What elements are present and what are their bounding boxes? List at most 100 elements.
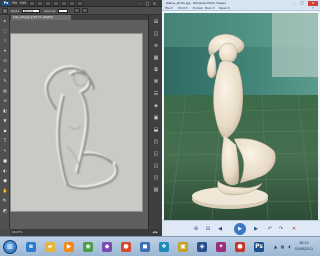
app8-icon: ❖ — [159, 242, 169, 252]
panel-icon[interactable]: ◲ — [152, 162, 160, 170]
tray-arrow-icon[interactable]: ▲ — [273, 244, 278, 249]
network-icon[interactable]: ▦ — [280, 244, 285, 249]
next-icon[interactable]: ▶ — [252, 225, 260, 233]
tool-icon[interactable]: ▼ — [2, 118, 8, 124]
zoom-level-button[interactable] — [53, 1, 59, 6]
tool-icon[interactable]: T — [2, 138, 8, 144]
tool-icon[interactable]: ⌖ — [2, 48, 8, 54]
panel-icon[interactable]: ⌘ — [152, 78, 160, 86]
taskbar-app-media[interactable]: ▶ — [60, 239, 78, 255]
tool-icon[interactable]: ⬢ — [2, 178, 8, 184]
options-toggle-button-2[interactable] — [82, 8, 88, 13]
screen-mode-button[interactable] — [77, 1, 83, 6]
delete-icon[interactable]: ✕ — [290, 225, 298, 233]
mini-bridge-button[interactable] — [37, 1, 43, 6]
options-toggle-button[interactable] — [74, 8, 80, 13]
taskbar-app-photoshop[interactable]: Ps — [250, 239, 268, 255]
panel-icon[interactable]: ◫ — [152, 30, 160, 38]
panel-icon[interactable]: ◰ — [152, 138, 160, 146]
slideshow-play-button[interactable]: ▶ — [234, 223, 246, 235]
tool-icon[interactable]: ▸ — [2, 18, 8, 24]
start-button[interactable]: ⊞ — [3, 240, 17, 254]
options-opacity-label: Opacity: — [44, 9, 57, 13]
taskbar-app-app8[interactable]: ❖ — [155, 239, 173, 255]
rotate-left-icon[interactable]: ↶ — [266, 225, 274, 233]
current-tool-icon[interactable] — [2, 8, 8, 14]
tool-icon[interactable]: ◩ — [2, 208, 8, 214]
app12-icon: ● — [235, 242, 245, 252]
viewer-menu-open[interactable]: Open ▾ — [219, 6, 229, 11]
previous-icon[interactable]: ◀ — [216, 225, 224, 233]
view-extras-button[interactable] — [45, 1, 51, 6]
options-opacity-field[interactable] — [58, 9, 68, 13]
tool-icon[interactable]: ⊡ — [2, 58, 8, 64]
tool-icon[interactable]: ◧ — [2, 108, 8, 114]
photo-viewer-window: statue_photo.jpg - Windows Photo Viewer … — [162, 0, 320, 236]
panel-icon[interactable]: ▧ — [152, 186, 160, 194]
tool-icon[interactable]: ◐ — [2, 168, 8, 174]
menu-file[interactable]: File — [12, 1, 17, 6]
panel-icon[interactable]: ▦ — [152, 54, 160, 62]
help-icon[interactable]: ? — [312, 6, 314, 11]
taskbar-app-app6[interactable]: ● — [117, 239, 135, 255]
tool-icon[interactable]: ⟲ — [2, 98, 8, 104]
actual-size-icon[interactable]: ⊟ — [204, 225, 212, 233]
statue-photo[interactable] — [164, 13, 318, 220]
tool-icon[interactable]: ■ — [2, 158, 8, 164]
clock-time[interactable]: 08:25 — [293, 241, 315, 245]
photoshop-logo[interactable]: Ps — [2, 1, 10, 6]
taskbar-app-app11[interactable]: ✦ — [212, 239, 230, 255]
tool-icon[interactable]: ◆ — [2, 128, 8, 134]
bridge-button[interactable] — [29, 1, 35, 6]
minimize-icon[interactable]: – — [138, 1, 143, 6]
panel-icon[interactable]: ⊞ — [152, 18, 160, 26]
taskbar-app-app7[interactable]: ◼ — [136, 239, 154, 255]
taskbar-app-ie[interactable]: e — [22, 239, 40, 255]
taskbar-app-app9[interactable]: ▣ — [174, 239, 192, 255]
panel-icon[interactable]: ≡ — [152, 42, 160, 50]
embossed-statue-image — [11, 34, 142, 211]
clock-date[interactable]: 02/08/2012 — [293, 247, 315, 251]
tool-icon[interactable]: ⊘ — [2, 68, 8, 74]
ie-icon: e — [26, 242, 36, 252]
options-mode-select[interactable]: Normal — [22, 9, 40, 13]
panel-icon[interactable]: ◱ — [152, 150, 160, 158]
rotate-right-icon[interactable]: ↷ — [277, 225, 285, 233]
volume-icon[interactable]: ◖ — [287, 244, 292, 249]
viewer-menu-print[interactable]: Print ▾ — [178, 6, 187, 11]
taskbar-app-app4[interactable]: ◉ — [79, 239, 97, 255]
options-mode-label: Mode: — [11, 9, 21, 13]
panel-icon[interactable]: ☰ — [152, 90, 160, 98]
taskbar-app-app5[interactable]: ◆ — [98, 239, 116, 255]
maximize-icon[interactable]: □ — [145, 1, 150, 6]
app7-icon: ◼ — [140, 242, 150, 252]
tool-icon[interactable]: ✋ — [2, 188, 8, 194]
menu-edit[interactable]: Edit — [20, 1, 26, 6]
panel-icon[interactable]: ◈ — [152, 102, 160, 110]
tool-icon[interactable]: ✎ — [2, 78, 8, 84]
document-canvas[interactable] — [10, 33, 143, 212]
taskbar-app-app12[interactable]: ● — [231, 239, 249, 255]
panel-icon[interactable]: ⬓ — [152, 126, 160, 134]
panel-icon[interactable]: ▣ — [152, 114, 160, 122]
tool-icon[interactable]: ↖ — [2, 148, 8, 154]
tool-icon[interactable]: 🔍 — [2, 198, 8, 204]
hand-tool-button[interactable] — [61, 1, 67, 6]
zoom-readout[interactable]: 66.67% — [12, 230, 23, 234]
panel-icon[interactable]: ◳ — [152, 174, 160, 182]
viewer-menu-file[interactable]: File ▾ — [165, 6, 172, 11]
taskbar-app-explorer[interactable]: ▰ — [41, 239, 59, 255]
status-nav-arrows[interactable]: ◀ ▶ — [152, 229, 158, 236]
arrange-documents-button[interactable] — [69, 1, 75, 6]
zoom-icon[interactable]: ⊕ — [192, 225, 200, 233]
viewer-menu-email[interactable]: E-mail — [193, 6, 202, 11]
tool-icon[interactable]: ⌇ — [2, 38, 8, 44]
tool-icon[interactable]: ⬚ — [2, 28, 8, 34]
viewer-menu-burn[interactable]: Burn ▾ — [205, 6, 215, 11]
photoshop-window: Ps File Edit – □ × Mode: Normal Opacity:… — [0, 0, 162, 236]
panel-icon[interactable]: ⧉ — [152, 66, 160, 74]
taskbar-app-app10[interactable]: ◈ — [193, 239, 211, 255]
photoshop-app-bar: Ps File Edit – □ × — [0, 0, 162, 7]
tool-icon[interactable]: ▤ — [2, 88, 8, 94]
close-icon[interactable]: × — [152, 1, 157, 6]
